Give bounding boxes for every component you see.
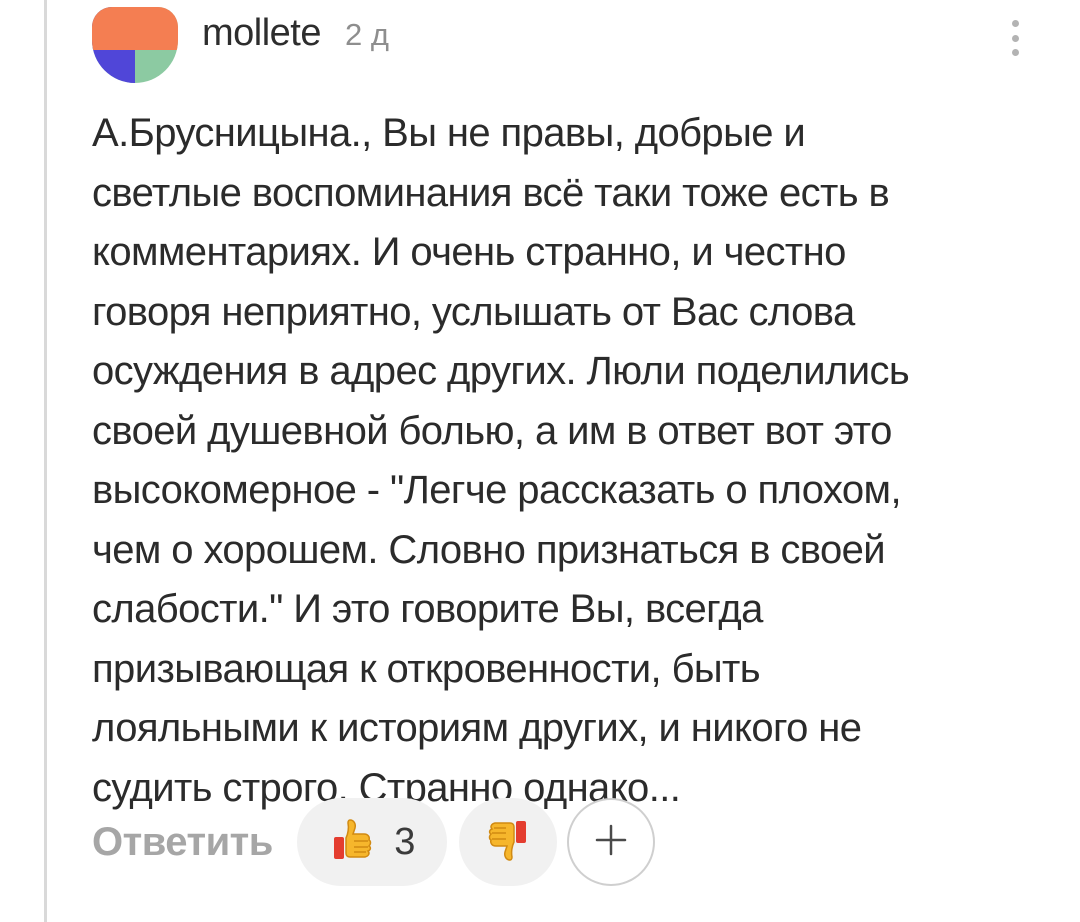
comment-header: mollete 2 д	[202, 12, 389, 55]
thumbs-up-icon	[328, 816, 376, 869]
thumbs-down-icon	[484, 816, 532, 869]
menu-dot	[1011, 34, 1019, 42]
plus-icon	[593, 822, 629, 863]
like-count: 3	[394, 820, 416, 863]
like-button[interactable]: 3	[296, 798, 447, 886]
vertical-dots-icon[interactable]	[998, 16, 1032, 60]
comment-screen: mollete 2 д А.Брусницына., Вы не правы, …	[0, 0, 1080, 922]
comment-actions: Ответить 3	[92, 798, 655, 886]
comment-text: А.Брусницына., Вы не правы, добрые и све…	[92, 111, 910, 810]
add-reaction-button[interactable]	[566, 798, 655, 886]
menu-dot	[1011, 49, 1019, 56]
reply-button[interactable]: Ответить	[92, 820, 273, 865]
user-avatar-icon[interactable]	[92, 5, 178, 83]
thread-line	[44, 0, 47, 922]
menu-dot	[1011, 20, 1019, 27]
username[interactable]: mollete	[202, 12, 322, 55]
timestamp: 2 д	[345, 17, 389, 52]
dislike-button[interactable]	[458, 798, 557, 886]
